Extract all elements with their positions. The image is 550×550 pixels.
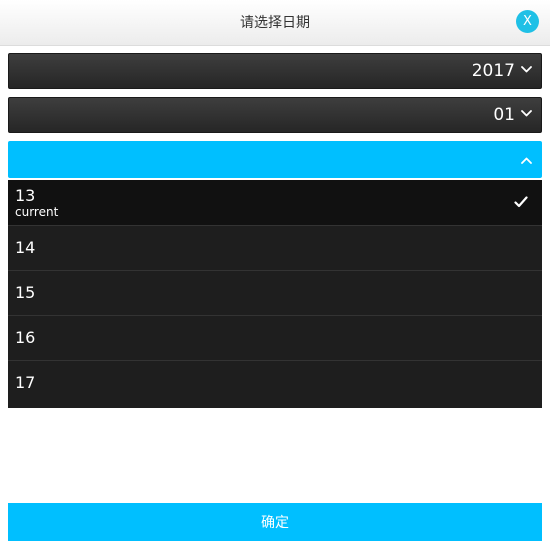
confirm-button[interactable]: 确定	[8, 503, 542, 541]
day-options-list: 13 current 14 15 16 17	[8, 180, 542, 408]
day-option-label: 17	[15, 373, 36, 392]
day-option-label: 13	[15, 186, 36, 205]
day-option-sublabel: current	[15, 205, 59, 219]
dialog-header: 请选择日期 X	[0, 0, 550, 46]
chevron-down-icon	[521, 66, 532, 73]
day-option-label: 15	[15, 283, 36, 302]
day-option-14[interactable]: 14	[8, 226, 542, 271]
day-option-17[interactable]: 17	[8, 361, 542, 406]
day-option-16[interactable]: 16	[8, 316, 542, 361]
day-option-13[interactable]: 13 current	[8, 180, 542, 226]
day-option-label: 14	[15, 238, 36, 257]
chevron-down-icon	[521, 110, 532, 117]
close-button[interactable]: X	[516, 10, 539, 33]
chevron-up-icon	[521, 157, 532, 164]
dialog-title: 请选择日期	[240, 15, 310, 31]
year-select[interactable]: 2017	[8, 53, 542, 89]
month-select-value: 01	[493, 105, 515, 125]
year-select-value: 2017	[471, 61, 515, 81]
day-option-label: 16	[15, 328, 36, 347]
checkmark-icon	[514, 196, 528, 208]
date-picker-dialog: 请选择日期 X 2017 01 13 current 14 15 16 17 确…	[0, 0, 550, 550]
month-select[interactable]: 01	[8, 97, 542, 133]
day-option-15[interactable]: 15	[8, 271, 542, 316]
day-select[interactable]	[8, 141, 542, 178]
